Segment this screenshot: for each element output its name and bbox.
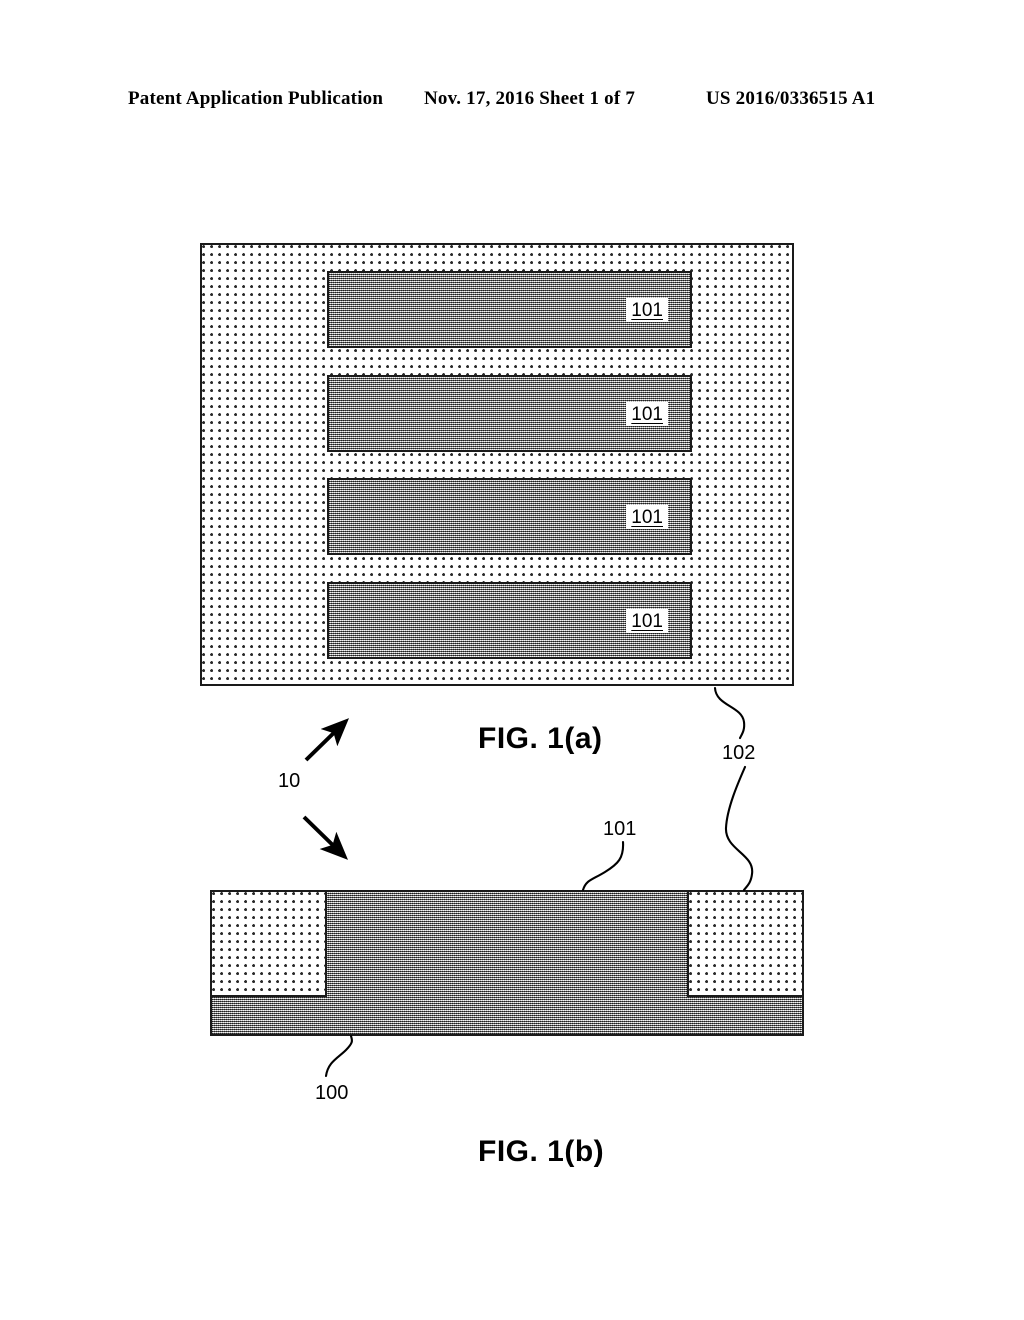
leader-102-up [713, 686, 746, 740]
fig-1a-fin-4: 101 [327, 582, 692, 659]
fig-1a-caption: FIG. 1(a) [478, 722, 603, 755]
callout-oxide-102: 102 [722, 742, 756, 764]
header-publication-type: Patent Application Publication [128, 88, 384, 109]
fig-1b-oxide-left [212, 892, 327, 997]
fin-1-label: 101 [626, 297, 668, 322]
fig-1a-oxide-plate: 101 101 101 101 [200, 243, 794, 686]
arrow-10-down [302, 815, 349, 860]
fig-1a-fin-2: 101 [327, 375, 692, 452]
fig-1b-caption: FIG. 1(b) [478, 1135, 605, 1168]
callout-device-10: 10 [278, 770, 301, 792]
leader-101-fig1b [581, 840, 625, 892]
fig-1b-layers [212, 892, 802, 1034]
fin-2-label: 101 [626, 401, 668, 426]
fig-1a-fin-1: 101 [327, 271, 692, 348]
callout-fin-101: 101 [603, 818, 637, 840]
fin-3-label: 101 [626, 504, 668, 529]
header-publication-number: US 2016/0336515 A1 [706, 88, 876, 109]
callout-substrate-100: 100 [315, 1082, 349, 1104]
fig-1a-fin-3: 101 [327, 478, 692, 555]
leader-100 [324, 1034, 354, 1078]
arrow-10-up [304, 718, 350, 762]
fig-1b-substrate [210, 890, 804, 1036]
fin-4-label: 101 [626, 608, 668, 633]
header-date-sheet: Nov. 17, 2016 Sheet 1 of 7 [424, 88, 636, 109]
leader-102-down [724, 765, 754, 892]
fig-1b-oxide-right [687, 892, 802, 997]
patent-drawing-sheet: Patent Application Publication Nov. 17, … [0, 0, 1024, 1320]
